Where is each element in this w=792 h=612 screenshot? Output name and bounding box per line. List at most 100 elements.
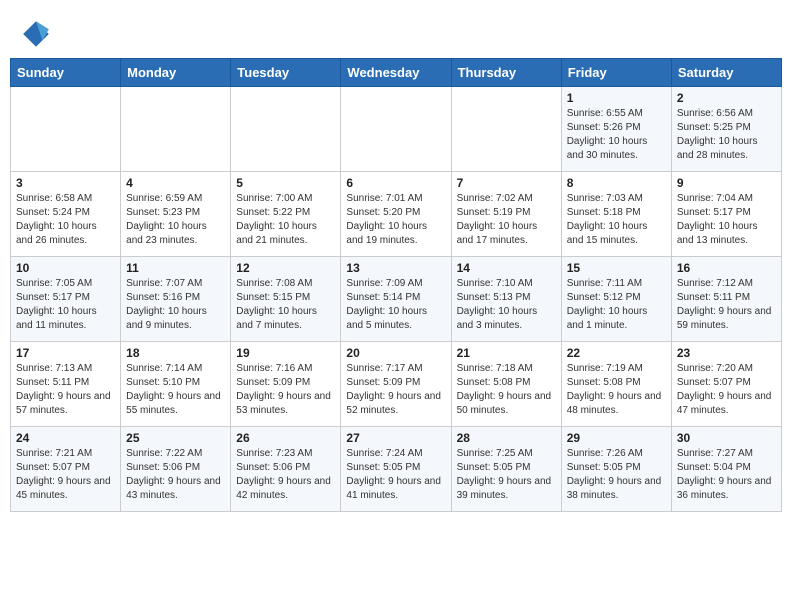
day-number: 14 xyxy=(457,261,556,275)
calendar-cell: 6 Sunrise: 7:01 AM Sunset: 5:20 PM Daylig… xyxy=(341,172,451,257)
day-info: Sunrise: 7:11 AM Sunset: 5:12 PM Dayligh… xyxy=(567,277,666,333)
calendar-cell xyxy=(341,87,451,172)
day-number: 3 xyxy=(16,176,115,190)
calendar-cell: 8 Sunrise: 7:03 AM Sunset: 5:18 PM Daylig… xyxy=(561,172,671,257)
day-number: 20 xyxy=(346,346,445,360)
calendar-week-row: 10 Sunrise: 7:05 AM Sunset: 5:17 PM Dayli… xyxy=(11,257,782,342)
weekday-header: Saturday xyxy=(671,59,781,87)
day-info: Sunrise: 7:19 AM Sunset: 5:08 PM Dayligh… xyxy=(567,362,666,418)
day-info: Sunrise: 7:08 AM Sunset: 5:15 PM Dayligh… xyxy=(236,277,335,333)
day-number: 16 xyxy=(677,261,776,275)
day-number: 11 xyxy=(126,261,225,275)
calendar-week-row: 1Sunrise: 6:55 AM Sunset: 5:26 PM Daylig… xyxy=(11,87,782,172)
calendar-cell: 11 Sunrise: 7:07 AM Sunset: 5:16 PM Dayli… xyxy=(121,257,231,342)
day-number: 29 xyxy=(567,431,666,445)
day-info: Sunrise: 7:01 AM Sunset: 5:20 PM Dayligh… xyxy=(346,192,445,248)
day-info: Sunrise: 7:03 AM Sunset: 5:18 PM Dayligh… xyxy=(567,192,666,248)
day-number: 5 xyxy=(236,176,335,190)
day-number: 8 xyxy=(567,176,666,190)
day-number: 27 xyxy=(346,431,445,445)
calendar-cell: 17 Sunrise: 7:13 AM Sunset: 5:11 PM Dayli… xyxy=(11,342,121,427)
weekday-header: Tuesday xyxy=(231,59,341,87)
calendar-cell xyxy=(11,87,121,172)
weekday-header: Sunday xyxy=(11,59,121,87)
calendar-cell: 12 Sunrise: 7:08 AM Sunset: 5:15 PM Dayli… xyxy=(231,257,341,342)
day-info: Sunrise: 7:22 AM Sunset: 5:06 PM Dayligh… xyxy=(126,447,225,503)
calendar-cell: 13 Sunrise: 7:09 AM Sunset: 5:14 PM Dayli… xyxy=(341,257,451,342)
calendar-cell: 20 Sunrise: 7:17 AM Sunset: 5:09 PM Dayli… xyxy=(341,342,451,427)
calendar-cell: 18 Sunrise: 7:14 AM Sunset: 5:10 PM Dayli… xyxy=(121,342,231,427)
day-info: Sunrise: 7:16 AM Sunset: 5:09 PM Dayligh… xyxy=(236,362,335,418)
day-number: 19 xyxy=(236,346,335,360)
calendar-cell: 19 Sunrise: 7:16 AM Sunset: 5:09 PM Dayli… xyxy=(231,342,341,427)
calendar-cell: 24Sunrise: 7:21 AM Sunset: 5:07 PM Dayli… xyxy=(11,427,121,512)
calendar-cell: 16 Sunrise: 7:12 AM Sunset: 5:11 PM Dayli… xyxy=(671,257,781,342)
calendar-cell: 21Sunrise: 7:18 AM Sunset: 5:08 PM Dayli… xyxy=(451,342,561,427)
day-info: Sunrise: 7:00 AM Sunset: 5:22 PM Dayligh… xyxy=(236,192,335,248)
calendar-cell: 10 Sunrise: 7:05 AM Sunset: 5:17 PM Dayli… xyxy=(11,257,121,342)
calendar-cell xyxy=(231,87,341,172)
day-number: 17 xyxy=(16,346,115,360)
day-number: 6 xyxy=(346,176,445,190)
calendar-cell: 9 Sunrise: 7:04 AM Sunset: 5:17 PM Daylig… xyxy=(671,172,781,257)
calendar-cell: 15 Sunrise: 7:11 AM Sunset: 5:12 PM Dayli… xyxy=(561,257,671,342)
calendar-header-row: SundayMondayTuesdayWednesdayThursdayFrid… xyxy=(11,59,782,87)
day-number: 9 xyxy=(677,176,776,190)
day-number: 18 xyxy=(126,346,225,360)
calendar-week-row: 24Sunrise: 7:21 AM Sunset: 5:07 PM Dayli… xyxy=(11,427,782,512)
day-number: 10 xyxy=(16,261,115,275)
day-info: Sunrise: 7:10 AM Sunset: 5:13 PM Dayligh… xyxy=(457,277,556,333)
calendar-cell: 26 Sunrise: 7:23 AM Sunset: 5:06 PM Dayli… xyxy=(231,427,341,512)
day-info: Sunrise: 7:25 AM Sunset: 5:05 PM Dayligh… xyxy=(457,447,556,503)
day-number: 2 xyxy=(677,91,776,105)
day-number: 25 xyxy=(126,431,225,445)
day-info: Sunrise: 7:02 AM Sunset: 5:19 PM Dayligh… xyxy=(457,192,556,248)
calendar-cell: 14 Sunrise: 7:10 AM Sunset: 5:13 PM Dayli… xyxy=(451,257,561,342)
day-info: Sunrise: 6:58 AM Sunset: 5:24 PM Dayligh… xyxy=(16,192,115,248)
page-header xyxy=(10,10,782,50)
calendar-cell: 28 Sunrise: 7:25 AM Sunset: 5:05 PM Dayli… xyxy=(451,427,561,512)
calendar-cell: 25 Sunrise: 7:22 AM Sunset: 5:06 PM Dayli… xyxy=(121,427,231,512)
day-info: Sunrise: 6:55 AM Sunset: 5:26 PM Dayligh… xyxy=(567,107,666,163)
calendar-cell: 22 Sunrise: 7:19 AM Sunset: 5:08 PM Dayli… xyxy=(561,342,671,427)
weekday-header: Thursday xyxy=(451,59,561,87)
day-info: Sunrise: 7:04 AM Sunset: 5:17 PM Dayligh… xyxy=(677,192,776,248)
day-info: Sunrise: 7:23 AM Sunset: 5:06 PM Dayligh… xyxy=(236,447,335,503)
day-number: 26 xyxy=(236,431,335,445)
day-info: Sunrise: 7:26 AM Sunset: 5:05 PM Dayligh… xyxy=(567,447,666,503)
calendar-cell: 3 Sunrise: 6:58 AM Sunset: 5:24 PM Daylig… xyxy=(11,172,121,257)
day-info: Sunrise: 6:59 AM Sunset: 5:23 PM Dayligh… xyxy=(126,192,225,248)
day-info: Sunrise: 7:27 AM Sunset: 5:04 PM Dayligh… xyxy=(677,447,776,503)
calendar-cell: 1Sunrise: 6:55 AM Sunset: 5:26 PM Daylig… xyxy=(561,87,671,172)
calendar-week-row: 17 Sunrise: 7:13 AM Sunset: 5:11 PM Dayli… xyxy=(11,342,782,427)
calendar-cell: 23 Sunrise: 7:20 AM Sunset: 5:07 PM Dayli… xyxy=(671,342,781,427)
day-info: Sunrise: 7:07 AM Sunset: 5:16 PM Dayligh… xyxy=(126,277,225,333)
day-number: 28 xyxy=(457,431,556,445)
day-info: Sunrise: 7:14 AM Sunset: 5:10 PM Dayligh… xyxy=(126,362,225,418)
day-number: 12 xyxy=(236,261,335,275)
day-number: 24 xyxy=(16,431,115,445)
day-info: Sunrise: 7:09 AM Sunset: 5:14 PM Dayligh… xyxy=(346,277,445,333)
day-info: Sunrise: 7:05 AM Sunset: 5:17 PM Dayligh… xyxy=(16,277,115,333)
logo xyxy=(20,18,56,50)
day-number: 22 xyxy=(567,346,666,360)
weekday-header: Friday xyxy=(561,59,671,87)
day-number: 15 xyxy=(567,261,666,275)
weekday-header: Monday xyxy=(121,59,231,87)
day-number: 30 xyxy=(677,431,776,445)
calendar-cell: 30 Sunrise: 7:27 AM Sunset: 5:04 PM Dayli… xyxy=(671,427,781,512)
day-info: Sunrise: 7:13 AM Sunset: 5:11 PM Dayligh… xyxy=(16,362,115,418)
day-info: Sunrise: 7:17 AM Sunset: 5:09 PM Dayligh… xyxy=(346,362,445,418)
calendar-cell: 4Sunrise: 6:59 AM Sunset: 5:23 PM Daylig… xyxy=(121,172,231,257)
day-info: Sunrise: 7:20 AM Sunset: 5:07 PM Dayligh… xyxy=(677,362,776,418)
day-number: 23 xyxy=(677,346,776,360)
day-number: 7 xyxy=(457,176,556,190)
day-info: Sunrise: 7:12 AM Sunset: 5:11 PM Dayligh… xyxy=(677,277,776,333)
calendar-cell: 27Sunrise: 7:24 AM Sunset: 5:05 PM Dayli… xyxy=(341,427,451,512)
calendar-table: SundayMondayTuesdayWednesdayThursdayFrid… xyxy=(10,58,782,512)
calendar-week-row: 3 Sunrise: 6:58 AM Sunset: 5:24 PM Daylig… xyxy=(11,172,782,257)
calendar-cell: 29 Sunrise: 7:26 AM Sunset: 5:05 PM Dayli… xyxy=(561,427,671,512)
day-number: 13 xyxy=(346,261,445,275)
day-info: Sunrise: 7:18 AM Sunset: 5:08 PM Dayligh… xyxy=(457,362,556,418)
weekday-header: Wednesday xyxy=(341,59,451,87)
